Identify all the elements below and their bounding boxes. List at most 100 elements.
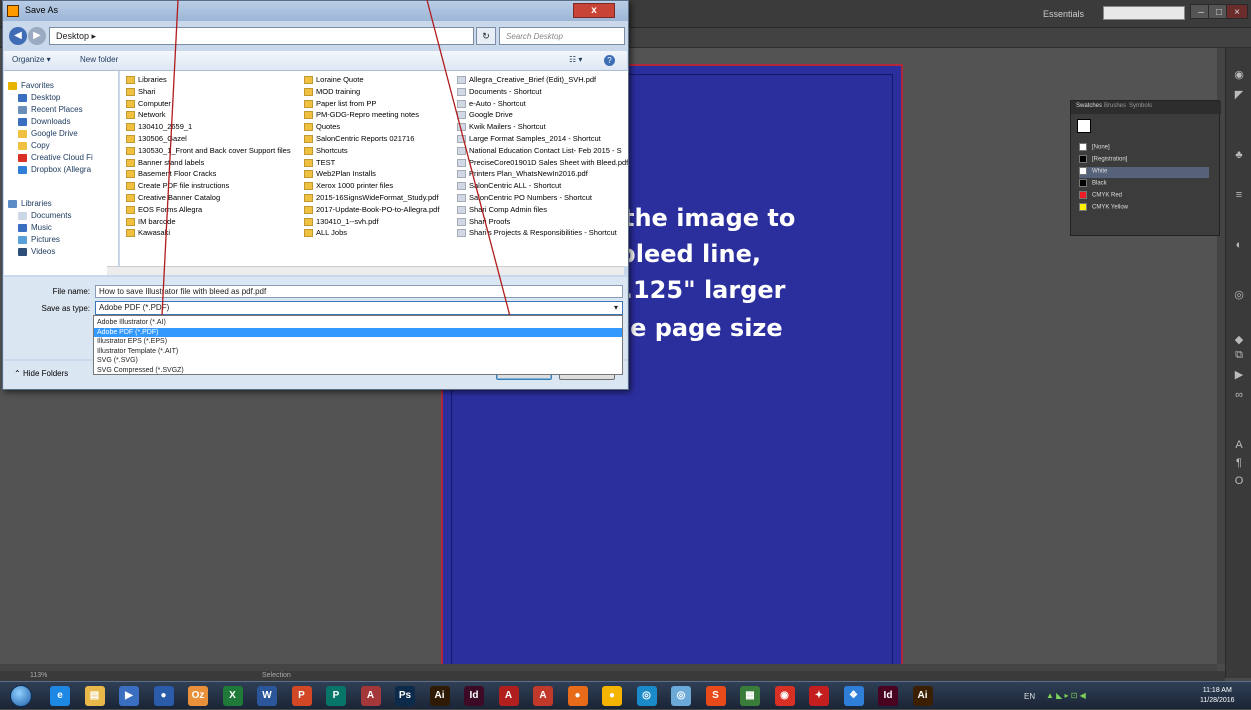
file-item[interactable]: National Education Contact List- Feb 201… bbox=[457, 146, 622, 155]
file-item[interactable]: Libraries bbox=[126, 75, 167, 85]
swatch-row[interactable]: Black bbox=[1079, 179, 1209, 190]
file-item[interactable]: PreciseCore01901D Sales Sheet with Bleed… bbox=[457, 158, 628, 167]
save-type-option[interactable]: Illustrator EPS (*.EPS) bbox=[94, 337, 622, 346]
network-icon[interactable]: ▲ ◣ ▸ ⊡ ◀ bbox=[1046, 691, 1086, 700]
illustrator-icon[interactable]: Ai bbox=[912, 686, 933, 706]
file-item[interactable]: Computer bbox=[126, 99, 171, 108]
address-bar[interactable]: Desktop ▸ bbox=[49, 27, 474, 45]
tab-symbols[interactable]: Symbols bbox=[1129, 103, 1152, 109]
save-type-dropdown[interactable]: Adobe Illustrator (*.AI) Adobe PDF (*.PDF… bbox=[93, 315, 623, 375]
file-item[interactable]: ALL Jobs bbox=[304, 228, 347, 238]
paragraph-icon[interactable]: ¶ bbox=[1232, 456, 1246, 470]
links-icon[interactable]: ∞ bbox=[1232, 388, 1246, 402]
help-icon[interactable]: ? bbox=[604, 55, 615, 66]
file-item[interactable]: SalonCentric ALL - Shortcut bbox=[457, 181, 561, 191]
file-item[interactable]: Google Drive bbox=[457, 110, 513, 120]
file-item[interactable]: 130410_1--svh.pdf bbox=[304, 217, 379, 226]
nav-item[interactable]: Pictures bbox=[18, 235, 60, 244]
save-type-select[interactable]: Adobe PDF (*.PDF) ▾ bbox=[95, 301, 623, 315]
app-icon[interactable]: ◎ bbox=[671, 686, 691, 706]
file-list[interactable]: Libraries Shari Computer Network 130410_2659… bbox=[120, 71, 628, 266]
start-button[interactable] bbox=[10, 685, 32, 707]
save-type-option[interactable]: Illustrator Template (*.AIT) bbox=[94, 347, 622, 356]
nav-item[interactable]: Documents bbox=[18, 211, 71, 220]
creative-cloud-icon[interactable]: ◉ bbox=[774, 686, 795, 706]
file-item[interactable]: Banner stand labels bbox=[126, 158, 204, 167]
horizontal-scrollbar[interactable] bbox=[0, 664, 1217, 671]
nav-item[interactable]: Recent Places bbox=[18, 105, 83, 114]
ie-icon[interactable]: e bbox=[50, 686, 70, 706]
file-item[interactable]: IM barcode bbox=[126, 217, 176, 226]
file-item[interactable]: TEST bbox=[304, 158, 335, 167]
save-type-option[interactable]: Adobe Illustrator (*.AI) bbox=[94, 318, 622, 327]
nav-item[interactable]: Dropbox (Allegra bbox=[18, 165, 91, 174]
file-item[interactable]: 130410_2659_1 bbox=[126, 122, 192, 132]
organize-button[interactable]: Organize ▾ bbox=[12, 55, 51, 64]
file-item[interactable]: e-Auto - Shortcut bbox=[457, 99, 526, 108]
swatch-row[interactable]: CMYK Yellow bbox=[1079, 203, 1209, 214]
file-item[interactable]: Shari's Projects & Responsibilities - Sh… bbox=[457, 228, 617, 238]
nav-item[interactable]: Libraries bbox=[8, 199, 52, 208]
file-item[interactable]: PM-GDG-Repro meeting notes bbox=[304, 110, 419, 120]
save-type-option[interactable]: Adobe PDF (*.PDF) bbox=[94, 327, 622, 337]
color-icon[interactable]: ◉ bbox=[1232, 68, 1246, 82]
app-icon[interactable]: S bbox=[705, 686, 726, 706]
file-item[interactable]: 2017-Update-Book-PO-to-Allegra.pdf bbox=[304, 205, 439, 214]
file-list-scrollbar[interactable] bbox=[107, 266, 624, 275]
dropbox-icon[interactable]: ❖ bbox=[843, 686, 864, 706]
save-type-option[interactable]: SVG Compressed (*.SVGZ) bbox=[94, 366, 622, 375]
acrobat-reader-icon[interactable]: A bbox=[533, 686, 553, 706]
file-item[interactable]: EOS Forms Allegra bbox=[126, 205, 202, 214]
file-item[interactable]: MOD training bbox=[304, 87, 360, 96]
file-item[interactable]: Creative Banner Catalog bbox=[126, 193, 220, 203]
nav-item[interactable]: Desktop bbox=[18, 93, 60, 102]
excel-icon[interactable]: X bbox=[222, 686, 243, 706]
help-search-input[interactable] bbox=[1103, 6, 1185, 20]
acrobat-icon[interactable]: ✦ bbox=[809, 686, 829, 706]
nav-item[interactable]: Creative Cloud Fi bbox=[18, 153, 93, 162]
powerpoint-icon[interactable]: P bbox=[291, 686, 312, 706]
file-item[interactable]: 130506_Gazel bbox=[126, 134, 187, 144]
file-item[interactable]: Network bbox=[126, 110, 166, 120]
access-icon[interactable]: A bbox=[360, 686, 381, 706]
file-item[interactable]: Documents - Shortcut bbox=[457, 87, 542, 96]
app-icon[interactable]: ● bbox=[153, 686, 174, 706]
view-options-icon[interactable]: ☷ ▾ bbox=[569, 55, 582, 64]
file-item[interactable]: Printers Plan_WhatsNewIn2016.pdf bbox=[457, 169, 588, 179]
outlook-icon[interactable]: Oz bbox=[188, 686, 208, 706]
nav-item[interactable]: Copy bbox=[18, 141, 50, 150]
nav-item[interactable]: Videos bbox=[18, 247, 55, 256]
opentype-icon[interactable]: O bbox=[1232, 474, 1246, 488]
file-item[interactable]: Large Format Samples_2014 - Shortcut bbox=[457, 134, 601, 144]
acrobat-icon[interactable]: A bbox=[498, 686, 519, 706]
save-type-option[interactable]: SVG (*.SVG) bbox=[94, 356, 622, 365]
file-item[interactable]: Allegra_Creative_Brief (Edit)_SVH.pdf bbox=[457, 75, 596, 85]
dialog-close-button[interactable]: x bbox=[573, 3, 615, 18]
tab-brushes[interactable]: Brushes bbox=[1104, 103, 1126, 109]
pathfinder-icon[interactable]: ⧉ bbox=[1232, 348, 1246, 362]
chevron-down-icon[interactable]: ▾ bbox=[614, 303, 618, 312]
breadcrumb-desktop[interactable]: Desktop bbox=[56, 31, 89, 41]
fill-swatch[interactable] bbox=[1077, 119, 1091, 133]
zoom-level[interactable]: 113% bbox=[30, 672, 47, 679]
clock[interactable]: 11:18 AM 11/28/2016 bbox=[1200, 686, 1235, 706]
file-item[interactable]: Shari Proofs bbox=[457, 217, 510, 226]
align-icon[interactable]: ◆ bbox=[1232, 333, 1246, 347]
publisher-icon[interactable]: P bbox=[326, 686, 346, 706]
swatch-row[interactable]: [Registration] bbox=[1079, 155, 1209, 166]
search-input[interactable]: Search Desktop bbox=[499, 27, 625, 45]
media-player-icon[interactable]: ▶ bbox=[119, 686, 139, 706]
illustrator-icon[interactable]: Ai bbox=[429, 686, 450, 706]
file-item[interactable]: Xerox 1000 printer files bbox=[304, 181, 393, 191]
nav-item[interactable]: Music bbox=[18, 223, 52, 232]
file-item[interactable]: Shortcuts bbox=[304, 146, 348, 155]
workspace-switcher[interactable]: Essentials bbox=[1043, 9, 1084, 19]
tab-swatches[interactable]: Swatches bbox=[1076, 103, 1102, 109]
word-icon[interactable]: W bbox=[257, 686, 277, 706]
file-item[interactable]: Paper list from PP bbox=[304, 99, 376, 108]
app-icon[interactable]: ▦ bbox=[740, 686, 760, 706]
file-item[interactable]: SalonCentric PO Numbers - Shortcut bbox=[457, 193, 592, 203]
hide-folders-button[interactable]: ⌃ Hide Folders bbox=[14, 369, 68, 378]
file-item[interactable]: Kawasaki bbox=[126, 228, 170, 238]
file-item[interactable]: Create PDF file instructions bbox=[126, 181, 229, 191]
